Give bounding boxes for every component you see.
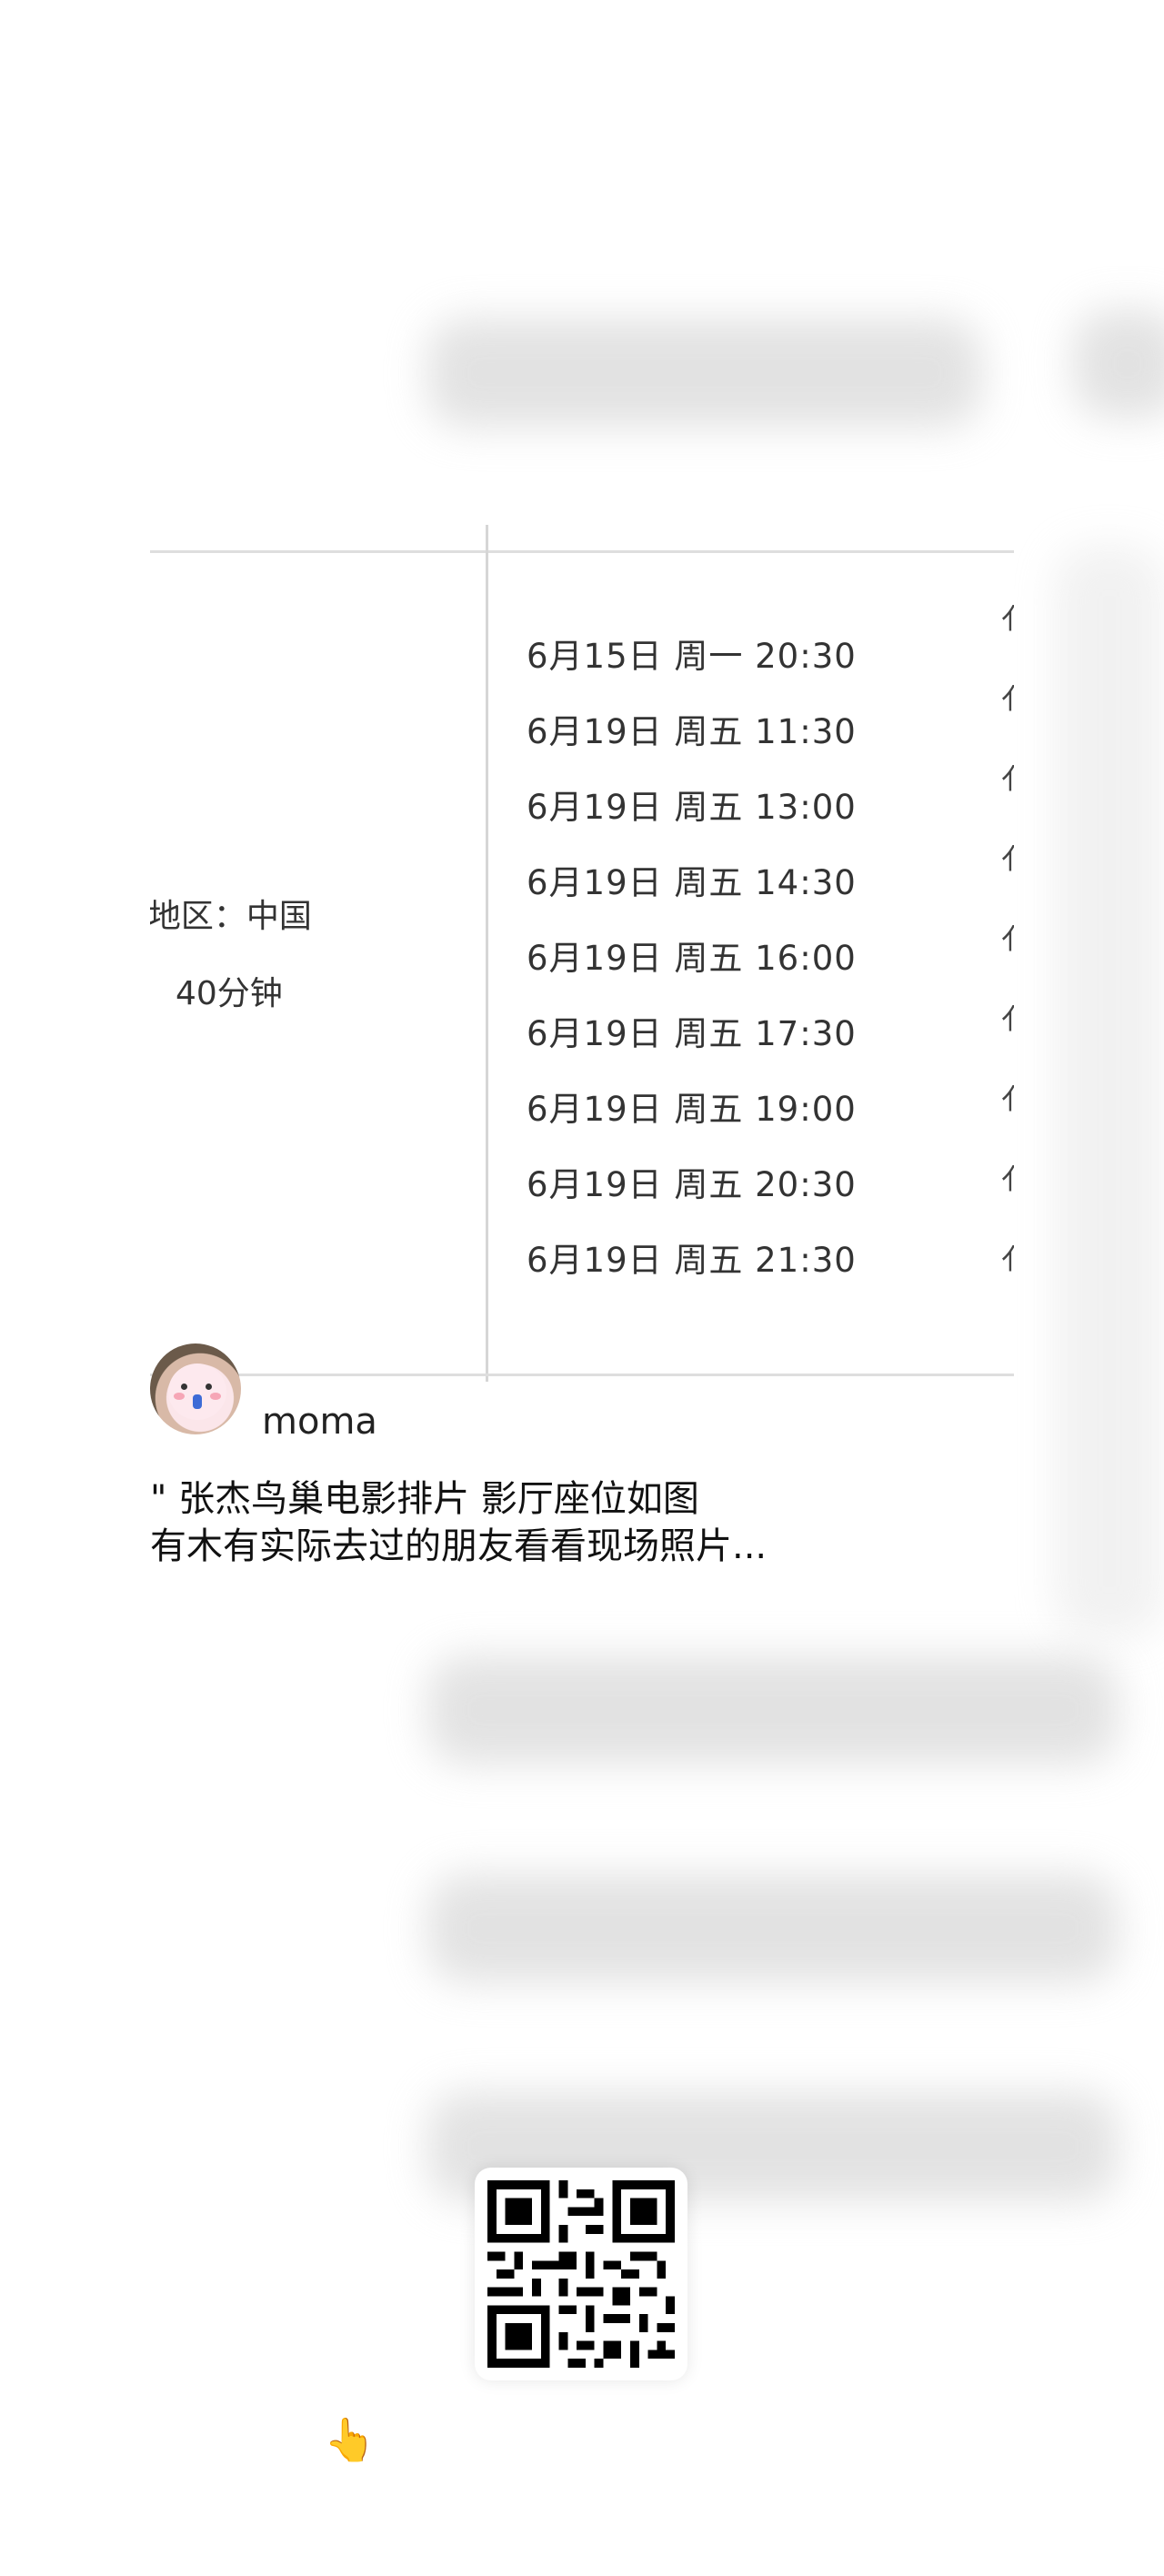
showtime-item[interactable]: 6月19日 周五 19:00 [527,1072,857,1147]
cropped-column-text: 亻 [1001,605,1014,632]
divider-bottom [150,1374,1014,1376]
showtime-item[interactable]: 6月19日 周五 17:30 [527,996,857,1072]
avatar[interactable] [150,1343,241,1434]
cropped-column-text: 亻 [1001,1245,1014,1273]
blurred-background-band [427,1874,1119,1983]
divider-top [150,550,1014,553]
showtime-item[interactable]: 6月19日 周五 16:00 [527,921,857,996]
avatar-cheek [210,1393,221,1400]
blurred-background-band [427,1655,1119,1765]
region-label: '地区：中国 [150,898,312,935]
duration-label: 40分钟 [176,975,283,1012]
post-text: " 张杰鸟巢电影排片 影厅座位如图 有木有实际去过的朋友看看现场照片... [150,1475,767,1570]
cropped-column-text: 亻 [1001,765,1014,792]
blurred-background-band [427,318,982,428]
showtime-item[interactable]: 6月19日 周五 21:30 [527,1223,857,1298]
username[interactable]: moma [262,1401,377,1443]
avatar-face [168,1363,226,1420]
cropped-column-text: 亻 [1001,1005,1014,1032]
avatar-eye [206,1384,212,1390]
showtime-item[interactable]: 6月19日 周五 14:30 [527,845,857,921]
post-text-line: 有木有实际去过的朋友看看现场照片... [150,1525,768,1567]
qr-code-graphic [487,2180,675,2368]
column-divider [486,525,488,1382]
showtime-item[interactable]: 6月15日 周一 20:30 [527,619,857,694]
avatar-cheek [174,1393,185,1400]
showtime-item[interactable]: 6月19日 周五 20:30 [527,1147,857,1223]
cropped-column-text: 亻 [1001,1165,1014,1192]
avatar-mouth [193,1394,202,1409]
avatar-eye [181,1384,187,1390]
cropped-column-text: 亻 [1001,845,1014,872]
showtime-list: 6月15日 周一 20:30 6月19日 周五 11:30 6月19日 周五 1… [527,619,857,1298]
qr-code-icon[interactable] [475,2168,687,2380]
post-text-line: " 张杰鸟巢电影排片 影厅座位如图 [150,1478,699,1520]
cropped-column-text: 亻 [1001,685,1014,712]
showtime-item[interactable]: 6月19日 周五 11:30 [527,694,857,770]
showtime-item[interactable]: 6月19日 周五 13:00 [527,770,857,845]
blurred-background-band [1073,309,1164,418]
pointing-hand-icon: 👆 [324,2415,376,2464]
cropped-column-text: 亻 [1001,925,1014,952]
blurred-background-band [1055,546,1164,1637]
cropped-column-text: 亻 [1001,1085,1014,1112]
